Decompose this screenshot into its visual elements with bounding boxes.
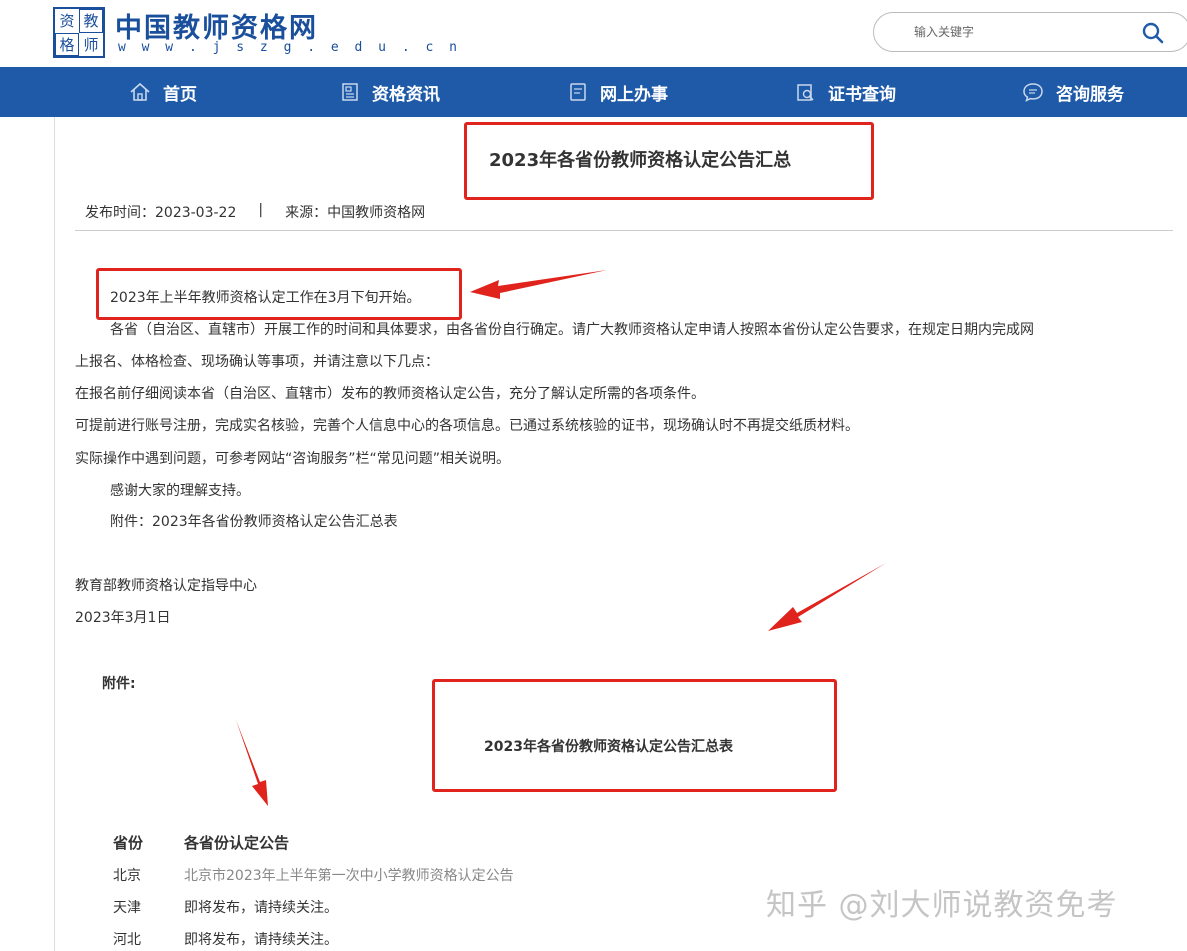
annotation-box xyxy=(96,268,462,320)
table-cell-province: 北京 xyxy=(113,868,141,884)
paragraph: 可提前进行账号注册，完成实名核验，完善个人信息中心的各项信息。已通过系统核验的证… xyxy=(75,418,859,434)
search-box xyxy=(873,12,1187,52)
news-icon xyxy=(342,83,358,101)
logo-char: 资 xyxy=(55,9,79,33)
logo-char: 格 xyxy=(55,32,79,56)
table-cell-notice: 即将发布，请持续关注。 xyxy=(184,932,338,948)
nav-item-certificate-query[interactable]: 证书查询 xyxy=(796,67,896,117)
site-logo-mark[interactable]: 资 教 格 师 xyxy=(53,7,105,58)
search-input[interactable] xyxy=(914,22,1134,42)
annotation-box xyxy=(432,679,837,792)
column-header-notice: 各省份认定公告 xyxy=(184,834,290,852)
nav-item-consulting[interactable]: 咨询服务 xyxy=(1022,67,1124,117)
article-source: 来源：中国教师资格网 xyxy=(285,205,426,221)
site-header: 资 教 格 师 中国教师资格网 w w w . j s z g . e d u … xyxy=(0,0,1187,67)
paragraph: 各省（自治区、直辖市）开展工作的时间和具体要求，由各省份自行确定。请广大教师资格… xyxy=(110,322,1034,338)
table-cell-notice: 即将发布，请持续关注。 xyxy=(184,900,338,916)
annotation-arrow xyxy=(236,720,268,806)
logo-char: 师 xyxy=(79,32,103,56)
certificate-search-icon xyxy=(797,84,814,101)
nav-item-home[interactable]: 首页 xyxy=(129,67,197,117)
signature-date: 2023年3月1日 xyxy=(75,610,171,626)
annotation-arrow xyxy=(768,563,886,631)
watermark: 知乎 @刘大师说教资免考 xyxy=(766,888,1118,923)
article-meta: 发布时间：2023-03-22 | 来源：中国教师资格网 xyxy=(85,202,425,222)
meta-separator: | xyxy=(258,202,264,218)
annotation-arrow xyxy=(470,270,607,299)
nav-item-label: 证书查询 xyxy=(828,84,896,105)
nav-item-label: 网上办事 xyxy=(600,84,668,105)
main-nav: 首页 资格资讯 网上办事 证书查询 咨询服务 xyxy=(0,67,1187,117)
chat-icon xyxy=(1023,83,1043,102)
nav-item-label: 首页 xyxy=(163,84,197,105)
nav-item-news[interactable]: 资格资讯 xyxy=(340,67,440,117)
annotation-box xyxy=(464,122,874,200)
paragraph: 在报名前仔细阅读本省（自治区、直辖市）发布的教师资格认定公告，充分了解认定所需的… xyxy=(75,386,705,402)
divider xyxy=(75,230,1173,231)
search-icon[interactable] xyxy=(1142,22,1164,44)
column-header-province: 省份 xyxy=(113,834,144,852)
document-icon xyxy=(570,83,586,101)
attachment-link[interactable]: 附件：2023年各省份教师资格认定公告汇总表 xyxy=(110,512,398,532)
site-url: w w w . j s z g . e d u . c n xyxy=(118,40,461,55)
attachment-label: 附件: xyxy=(102,676,136,692)
home-icon xyxy=(130,82,150,101)
paragraph: 实际操作中遇到问题，可参考网站“咨询服务”栏“常见问题”相关说明。 xyxy=(75,451,511,467)
signature-org: 教育部教师资格认定指导中心 xyxy=(75,578,257,594)
paragraph: 上报名、体格检查、现场确认等事项，并请注意以下几点： xyxy=(75,354,439,370)
table-cell-province: 河北 xyxy=(113,932,141,948)
notice-link[interactable]: 北京市2023年上半年第一次中小学教师资格认定公告 xyxy=(184,865,514,885)
nav-item-online-service[interactable]: 网上办事 xyxy=(568,67,668,117)
publish-date: 发布时间：2023-03-22 xyxy=(85,205,237,221)
table-cell-province: 天津 xyxy=(113,900,141,916)
logo-char: 教 xyxy=(79,9,103,33)
content-frame-border xyxy=(54,117,55,951)
paragraph: 感谢大家的理解支持。 xyxy=(110,483,250,499)
nav-item-label: 咨询服务 xyxy=(1056,84,1124,105)
nav-item-label: 资格资讯 xyxy=(372,84,440,105)
